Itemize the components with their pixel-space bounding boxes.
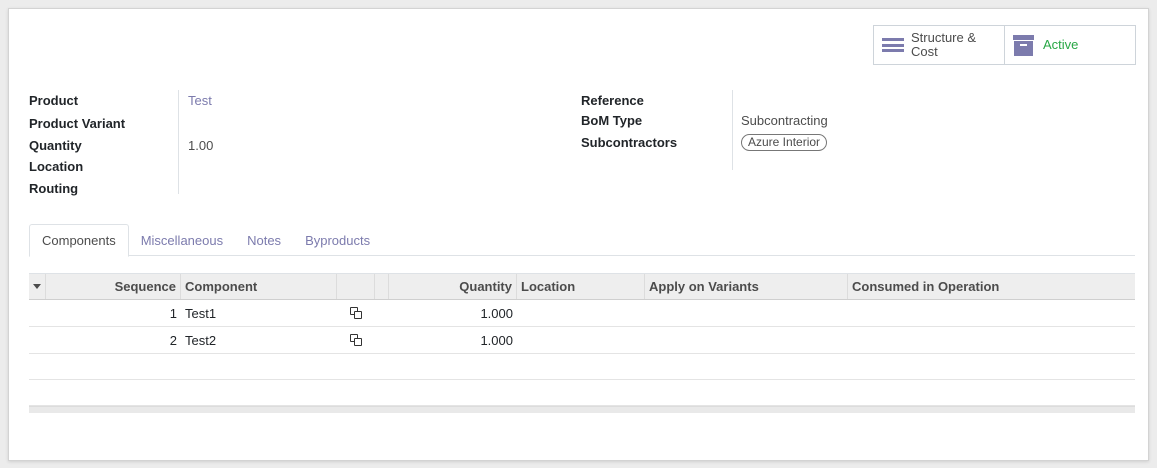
row-quantity[interactable]: 1.000 (389, 300, 517, 326)
subcontractors-label: Subcontractors (581, 134, 678, 150)
product-variant-label: Product Variant (29, 116, 126, 131)
right-group-divider (732, 90, 733, 170)
row-quantity[interactable]: 1.000 (389, 327, 517, 353)
bars-icon (882, 36, 904, 54)
empty-row (29, 354, 1135, 380)
header-location[interactable]: Location (517, 274, 645, 299)
routing-label: Routing (29, 180, 79, 196)
product-label: Product (29, 93, 79, 109)
structure-cost-button[interactable]: Structure & Cost (874, 26, 1005, 64)
header-icon-column-2 (375, 274, 389, 299)
header-component[interactable]: Component (181, 274, 337, 299)
header-sequence[interactable]: Sequence (46, 274, 181, 299)
row-component[interactable]: Test1 (181, 300, 337, 326)
quantity-label: Quantity (29, 137, 82, 153)
right-field-group: Reference BoM Type Subcontracting Subcon… (581, 90, 828, 156)
location-label: Location (29, 159, 84, 174)
row-sequence[interactable]: 2 (46, 327, 181, 353)
table-row[interactable]: 1 Test1 1.000 (29, 300, 1135, 327)
product-field[interactable]: Test (179, 93, 212, 108)
table-row[interactable]: 2 Test2 1.000 (29, 327, 1135, 354)
quantity-field[interactable]: 1.00 (179, 138, 213, 153)
copy-icon[interactable] (350, 307, 362, 319)
tab-miscellaneous[interactable]: Miscellaneous (129, 224, 235, 256)
bom-type-field[interactable]: Subcontracting (732, 113, 828, 128)
tab-notes[interactable]: Notes (235, 224, 293, 256)
header-consumed-in-operation[interactable]: Consumed in Operation (848, 274, 1135, 299)
sort-caret-icon[interactable] (29, 274, 46, 299)
copy-icon[interactable] (350, 334, 362, 346)
notebook-tabs: Components Miscellaneous Notes Byproduct… (29, 224, 1135, 257)
tab-byproducts[interactable]: Byproducts (293, 224, 382, 256)
left-field-group: Product Test Product Variant Quantity 1.… (29, 90, 213, 198)
left-group-divider (178, 90, 179, 194)
active-toggle-button[interactable]: Active (1005, 26, 1135, 64)
active-label: Active (1043, 37, 1079, 52)
empty-row (29, 380, 1135, 406)
row-sequence[interactable]: 1 (46, 300, 181, 326)
header-quantity[interactable]: Quantity (389, 274, 517, 299)
reference-label: Reference (581, 93, 644, 109)
form-sheet: Structure & Cost Active Product Test Pro… (8, 8, 1149, 461)
smart-button-box: Structure & Cost Active (873, 25, 1136, 65)
components-table: Sequence Component Quantity Location App… (29, 273, 1135, 413)
archive-icon (1013, 34, 1034, 56)
table-header: Sequence Component Quantity Location App… (29, 273, 1135, 300)
table-footer (29, 406, 1135, 413)
subcontractor-tag[interactable]: Azure Interior (741, 133, 828, 151)
header-apply-on-variants[interactable]: Apply on Variants (645, 274, 848, 299)
tab-components[interactable]: Components (29, 224, 129, 257)
bom-type-label: BoM Type (581, 112, 643, 128)
structure-cost-label: Structure & Cost (911, 30, 977, 59)
subcontractors-field[interactable]: Azure Interior (732, 133, 828, 151)
row-component[interactable]: Test2 (181, 327, 337, 353)
header-icon-column (337, 274, 375, 299)
